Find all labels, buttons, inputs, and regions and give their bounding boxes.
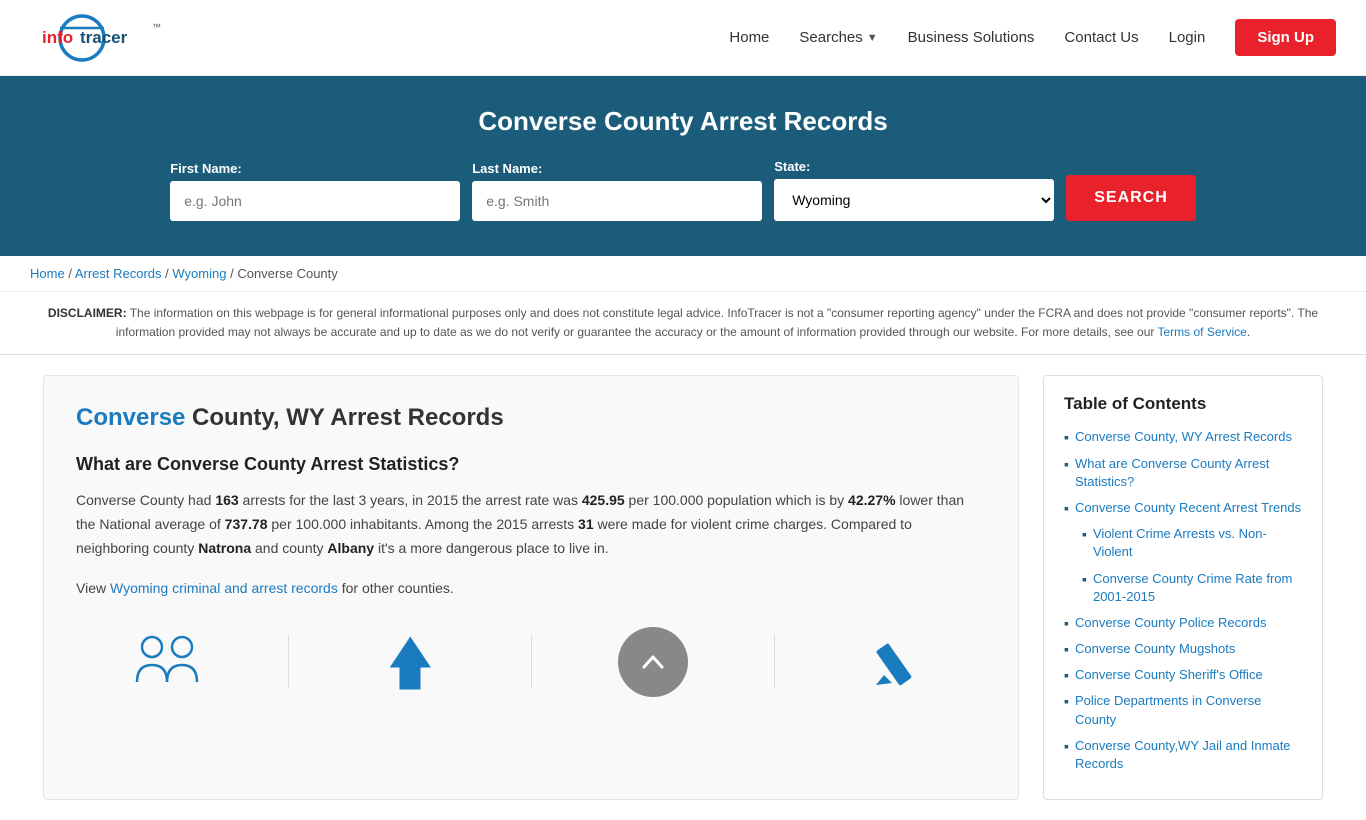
- first-name-group: First Name:: [170, 161, 460, 221]
- article-title-rest: County, WY Arrest Records: [185, 404, 503, 431]
- toc-link[interactable]: Converse County, WY Arrest Records: [1075, 428, 1292, 446]
- icon-divider1: [288, 635, 289, 689]
- breadcrumb: Home / Arrest Records / Wyoming / Conver…: [0, 256, 1366, 292]
- toc-item: Converse County Crime Rate from 2001-201…: [1064, 570, 1302, 606]
- arrests-count: 163: [215, 492, 238, 508]
- national-avg: 737.78: [225, 516, 268, 532]
- disclaimer-tos-link[interactable]: Terms of Service: [1158, 325, 1247, 339]
- toc-item: Converse County Recent Arrest Trends: [1064, 499, 1302, 517]
- toc-item: Converse County, WY Arrest Records: [1064, 428, 1302, 446]
- toc-link[interactable]: Converse County Police Records: [1075, 614, 1266, 632]
- article-paragraph2: View Wyoming criminal and arrest records…: [76, 577, 986, 601]
- icon-box-4: [836, 627, 956, 697]
- toc-item: Police Departments in Converse County: [1064, 692, 1302, 728]
- last-name-label: Last Name:: [472, 161, 542, 176]
- icon-box-3: [593, 627, 713, 697]
- state-select[interactable]: Wyoming Alabama Alaska Arizona Arkansas …: [774, 179, 1054, 221]
- breadcrumb-home[interactable]: Home: [30, 266, 65, 281]
- last-name-input[interactable]: [472, 181, 762, 221]
- disclaimer: DISCLAIMER: The information on this webp…: [0, 292, 1366, 355]
- sidebar: Table of Contents Converse County, WY Ar…: [1043, 375, 1323, 800]
- icon-divider2: [531, 635, 532, 689]
- toc-link[interactable]: What are Converse County Arrest Statisti…: [1075, 455, 1302, 491]
- content-wrapper: Converse County, WY Arrest Records What …: [13, 355, 1353, 820]
- toc-title: Table of Contents: [1064, 394, 1302, 414]
- icon-divider3: [774, 635, 775, 689]
- nav-business-solutions[interactable]: Business Solutions: [908, 29, 1035, 46]
- arrest-rate: 425.95: [582, 492, 625, 508]
- search-button[interactable]: SEARCH: [1066, 175, 1196, 221]
- toc-item: Converse County Police Records: [1064, 614, 1302, 632]
- article: Converse County, WY Arrest Records What …: [43, 375, 1019, 800]
- toc-list: Converse County, WY Arrest Records What a…: [1064, 428, 1302, 773]
- icon-box-1: [107, 627, 227, 697]
- breadcrumb-county: Converse County: [237, 266, 337, 281]
- breadcrumb-arrest-records[interactable]: Arrest Records: [75, 266, 162, 281]
- toc-link[interactable]: Violent Crime Arrests vs. Non-Violent: [1093, 525, 1302, 561]
- toc-item: Converse County Mugshots: [1064, 640, 1302, 658]
- toc-item: Violent Crime Arrests vs. Non-Violent: [1064, 525, 1302, 561]
- toc-link[interactable]: Converse County Sheriff's Office: [1075, 666, 1263, 684]
- nav-contact-us[interactable]: Contact Us: [1064, 29, 1138, 46]
- nav-searches[interactable]: Searches ▼: [799, 29, 877, 46]
- main-nav: Home Searches ▼ Business Solutions Conta…: [729, 19, 1336, 56]
- icon-box-2: [350, 627, 470, 697]
- svg-text:™: ™: [152, 22, 161, 32]
- searches-chevron-icon: ▼: [867, 32, 878, 44]
- svg-text:info: info: [42, 28, 73, 47]
- nav-signup[interactable]: Sign Up: [1235, 19, 1336, 56]
- toc-link[interactable]: Converse County Mugshots: [1075, 640, 1235, 658]
- toc-link[interactable]: Converse County Crime Rate from 2001-201…: [1093, 570, 1302, 606]
- county2: Albany: [327, 540, 374, 556]
- toc-box: Table of Contents Converse County, WY Ar…: [1043, 375, 1323, 800]
- state-group: State: Wyoming Alabama Alaska Arizona Ar…: [774, 159, 1054, 221]
- disclaimer-text: The information on this webpage is for g…: [116, 306, 1318, 339]
- svg-text:tracer: tracer: [80, 28, 128, 47]
- logo[interactable]: info tracer ™: [30, 10, 190, 65]
- search-form: First Name: Last Name: State: Wyoming Al…: [20, 159, 1346, 221]
- toc-link[interactable]: Police Departments in Converse County: [1075, 692, 1302, 728]
- county1: Natrona: [198, 540, 251, 556]
- hero-title: Converse County Arrest Records: [20, 106, 1346, 137]
- scroll-top-icon[interactable]: [618, 627, 688, 697]
- hero-section: Converse County Arrest Records First Nam…: [0, 76, 1366, 256]
- wyoming-records-link[interactable]: Wyoming criminal and arrest records: [110, 580, 338, 596]
- nav-home[interactable]: Home: [729, 29, 769, 46]
- first-name-input[interactable]: [170, 181, 460, 221]
- first-name-label: First Name:: [170, 161, 242, 176]
- disclaimer-period: .: [1247, 325, 1250, 339]
- violent-count: 31: [578, 516, 594, 532]
- article-paragraph1: Converse County had 163 arrests for the …: [76, 489, 986, 560]
- article-title-highlight: Converse: [76, 404, 185, 431]
- last-name-group: Last Name:: [472, 161, 762, 221]
- state-label: State:: [774, 159, 810, 174]
- breadcrumb-wyoming[interactable]: Wyoming: [172, 266, 226, 281]
- icons-row: [76, 617, 986, 697]
- toc-item: Converse County Sheriff's Office: [1064, 666, 1302, 684]
- section-heading: What are Converse County Arrest Statisti…: [76, 454, 986, 475]
- header: info tracer ™ Home Searches ▼ Business S…: [0, 0, 1366, 76]
- toc-link[interactable]: Converse County Recent Arrest Trends: [1075, 499, 1301, 517]
- nav-login[interactable]: Login: [1169, 29, 1206, 46]
- article-title: Converse County, WY Arrest Records: [76, 404, 986, 432]
- toc-item: What are Converse County Arrest Statisti…: [1064, 455, 1302, 491]
- disclaimer-label: DISCLAIMER:: [48, 306, 127, 320]
- percent-lower: 42.27%: [848, 492, 895, 508]
